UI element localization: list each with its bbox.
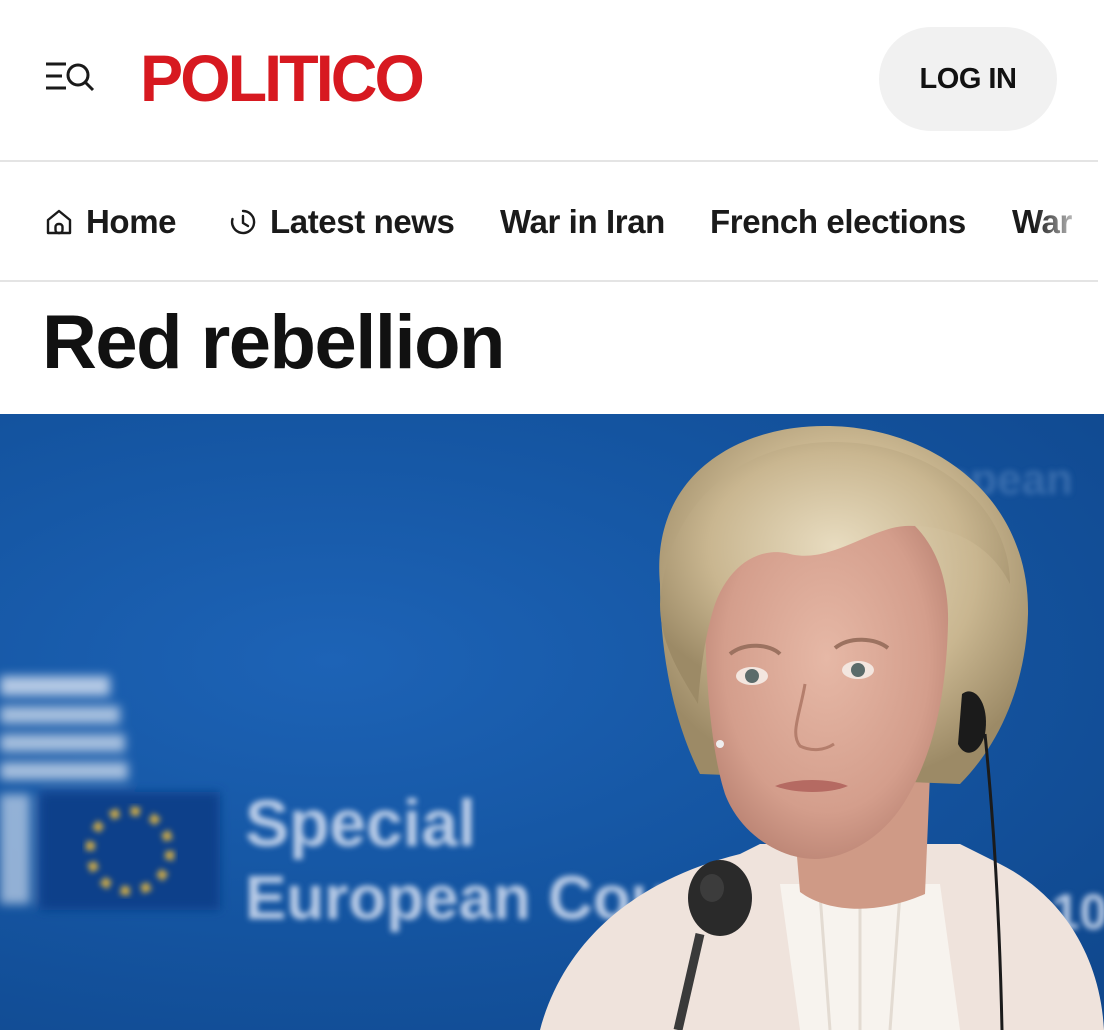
nav-item-label: Home: [86, 203, 177, 240]
nav-item-label: Latest news: [270, 203, 455, 240]
politico-logo[interactable]: POLITICO: [140, 42, 425, 114]
page-title: Red rebellion: [42, 300, 505, 385]
nav-fade: [1034, 162, 1104, 280]
sign-line1: Special: [245, 786, 476, 860]
login-button[interactable]: LOG IN: [879, 27, 1057, 131]
nav-item-label: French elections: [710, 203, 966, 240]
nav-item-home[interactable]: Home: [44, 202, 176, 242]
clock-icon: [228, 207, 258, 237]
divider: [0, 280, 1098, 282]
nav-item-war-in-iran[interactable]: War in Iran: [500, 202, 665, 242]
home-icon: [44, 207, 74, 237]
eu-building-logo: [0, 676, 220, 910]
site-header: POLITICO LOG IN: [0, 0, 1104, 160]
person-figure: [540, 425, 1104, 1030]
section-nav: Home Latest news War in Iran French elec…: [0, 162, 1104, 280]
hero-image[interactable]: Special European Council -10 European: [0, 414, 1104, 1030]
menu-search-icon[interactable]: [44, 58, 100, 98]
nav-item-label: War in Iran: [500, 203, 665, 240]
nav-item-latest-news[interactable]: Latest news: [228, 202, 455, 242]
nav-item-french-elections[interactable]: French elections: [710, 202, 966, 242]
